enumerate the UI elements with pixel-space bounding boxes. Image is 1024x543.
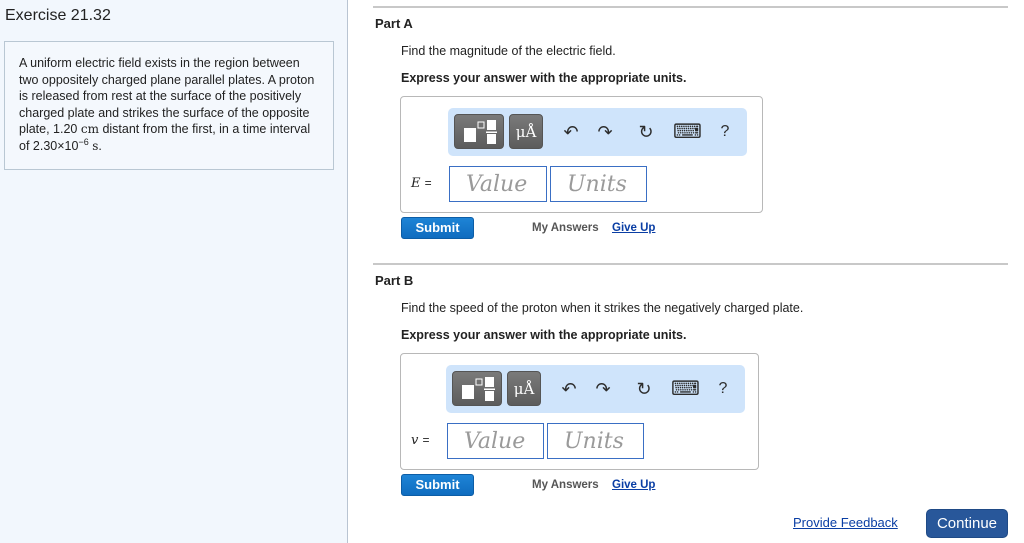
part-b-my-answers: My Answers: [532, 479, 599, 491]
part-a-value-input[interactable]: [449, 166, 547, 202]
part-b-answer-box: μÅ ↶ ↷ ↻ ⌨ ? v =: [400, 353, 759, 470]
part-b-title: Part B: [375, 273, 414, 288]
main-content: Part A Find the magnitude of the electri…: [348, 0, 1024, 543]
part-b-submit-button[interactable]: Submit: [401, 474, 474, 496]
part-b-divider: [373, 263, 1008, 265]
undo-icon[interactable]: ↶: [558, 118, 584, 146]
exercise-title: Exercise 21.32: [5, 7, 111, 24]
part-a-title: Part A: [375, 16, 413, 31]
part-a-instruction: Express your answer with the appropriate…: [401, 71, 687, 85]
templates-icon: [462, 377, 495, 401]
part-b-question: Find the speed of the proton when it str…: [401, 301, 804, 315]
templates-icon: [464, 120, 497, 144]
distance-unit: cm: [80, 122, 99, 136]
variable-e: E: [411, 176, 421, 191]
part-a-question: Find the magnitude of the electric field…: [401, 44, 616, 58]
problem-statement: A uniform electric field exists in the r…: [4, 41, 334, 170]
time-exponent: −6: [78, 136, 89, 147]
sidebar: Exercise 21.32 A uniform electric field …: [0, 0, 348, 543]
provide-feedback-link[interactable]: Provide Feedback: [793, 515, 898, 530]
part-b-variable-label: v =: [411, 433, 430, 448]
part-a-give-up-link[interactable]: Give Up: [612, 222, 655, 234]
part-a-submit-button[interactable]: Submit: [401, 217, 474, 239]
variable-v: v: [411, 433, 419, 448]
continue-button[interactable]: Continue: [926, 509, 1008, 538]
part-a-variable-label: E =: [411, 176, 432, 191]
units-button[interactable]: μÅ: [509, 114, 543, 149]
part-b-instruction: Express your answer with the appropriate…: [401, 328, 687, 342]
part-a-toolbar: μÅ ↶ ↷ ↻ ⌨ ?: [448, 108, 747, 156]
redo-icon[interactable]: ↷: [592, 118, 618, 146]
part-b-units-input[interactable]: [547, 423, 644, 459]
equals-sign: =: [422, 433, 430, 447]
part-a-divider: [373, 6, 1008, 8]
units-button[interactable]: μÅ: [507, 371, 541, 406]
reset-icon[interactable]: ↻: [631, 375, 657, 403]
keyboard-icon[interactable]: ⌨: [671, 375, 700, 403]
part-a-units-input[interactable]: [550, 166, 647, 202]
keyboard-icon[interactable]: ⌨: [673, 118, 702, 146]
help-icon[interactable]: ?: [710, 375, 736, 403]
part-b-toolbar: μÅ ↶ ↷ ↻ ⌨ ?: [446, 365, 745, 413]
reset-icon[interactable]: ↻: [633, 118, 659, 146]
redo-icon[interactable]: ↷: [590, 375, 616, 403]
part-a-my-answers: My Answers: [532, 222, 599, 234]
part-b-value-input[interactable]: [447, 423, 544, 459]
templates-button[interactable]: [454, 114, 504, 149]
templates-button[interactable]: [452, 371, 502, 406]
undo-icon[interactable]: ↶: [556, 375, 582, 403]
part-a-answer-box: μÅ ↶ ↷ ↻ ⌨ ? E =: [400, 96, 763, 213]
part-b-give-up-link[interactable]: Give Up: [612, 479, 655, 491]
equals-sign: =: [424, 176, 432, 190]
problem-end: .: [98, 138, 102, 153]
help-icon[interactable]: ?: [712, 118, 738, 146]
